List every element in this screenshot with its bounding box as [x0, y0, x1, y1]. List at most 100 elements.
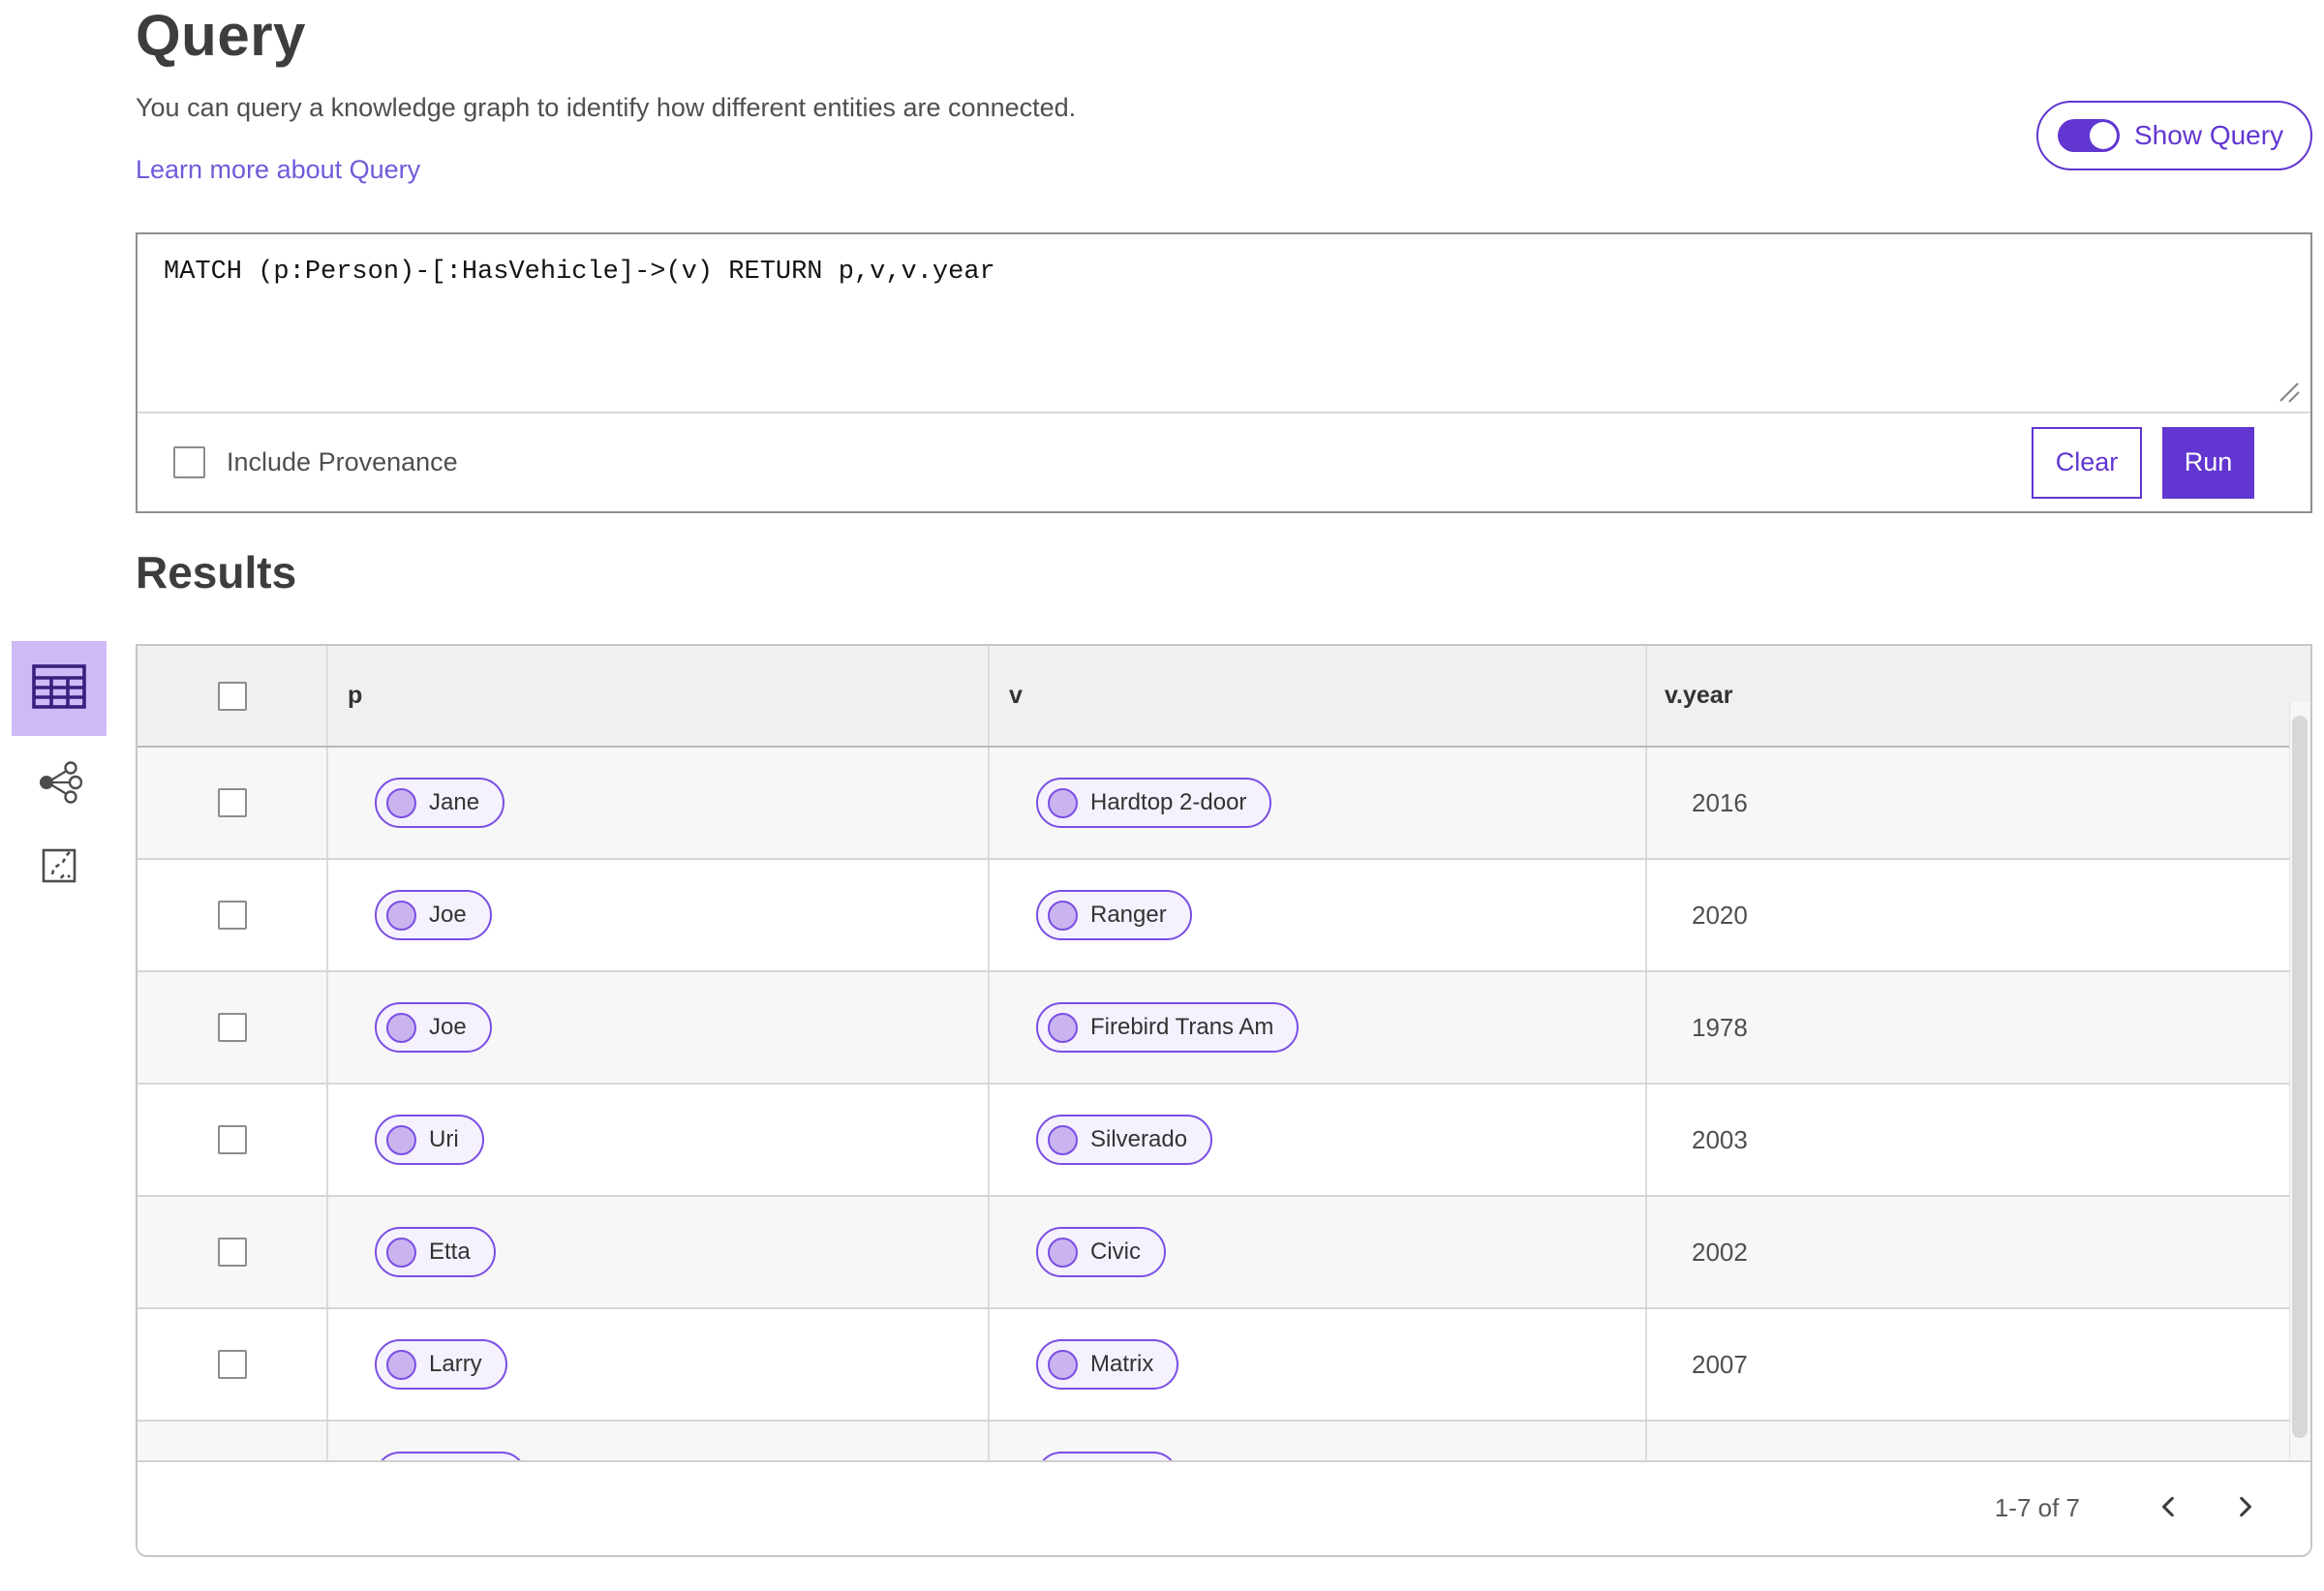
pagination-range-label: 1-7 of 7 [1994, 1492, 2080, 1522]
cell-v: Ranger [990, 860, 1647, 970]
entity-pill-v[interactable]: Silverado [1036, 1115, 1213, 1165]
cell-p: Lauren [328, 1422, 990, 1460]
cell-v: Matrix [990, 1422, 1647, 1460]
toggle-knob [2090, 122, 2117, 149]
include-provenance-checkbox[interactable] [173, 446, 205, 478]
clear-button[interactable]: Clear [2032, 426, 2142, 499]
table-header-row: p v v.year [138, 646, 2310, 748]
entity-pill-p[interactable]: Joe [375, 1002, 492, 1053]
table-row: Uri Silverado 2003 [138, 1085, 2310, 1197]
results-table-card: p v v.year Jane Hardtop 2-door 2016 Joe … [136, 644, 2312, 1557]
cell-select [138, 1309, 328, 1420]
network-view-button[interactable] [12, 759, 107, 810]
cell-v: Firebird Trans Am [990, 972, 1647, 1083]
table-view-icon [31, 662, 87, 716]
cell-select [138, 748, 328, 858]
node-icon [1048, 1349, 1078, 1380]
entity-pill-p[interactable]: Joe [375, 890, 492, 940]
row-checkbox[interactable] [217, 901, 247, 930]
entity-label: Uri [429, 1126, 459, 1152]
next-page-button[interactable] [2223, 1486, 2266, 1529]
cell-v: Silverado [990, 1085, 1647, 1195]
editor-footer: Include Provenance Clear Run [138, 412, 2310, 511]
entity-pill-v[interactable]: Matrix [1036, 1452, 1179, 1460]
cell-select [138, 1422, 328, 1460]
pagination-bar: 1-7 of 7 [138, 1460, 2310, 1553]
show-query-toggle[interactable]: Show Query [2036, 101, 2313, 170]
resize-grip-icon[interactable] [2273, 376, 2304, 412]
node-icon [1048, 900, 1078, 931]
cell-v-year: 2002 [1692, 1237, 1748, 1267]
page-description: You can query a knowledge graph to ident… [136, 93, 1077, 122]
row-checkbox[interactable] [217, 1125, 247, 1154]
entity-pill-p[interactable]: Jane [375, 778, 505, 828]
cell-v: Hardtop 2-door [990, 748, 1647, 858]
query-editor-card: MATCH (p:Person)-[:HasVehicle]->(v) RETU… [136, 232, 2312, 513]
node-icon [386, 1012, 416, 1043]
cell-p: Joe [328, 972, 990, 1083]
entity-pill-v[interactable]: Civic [1036, 1227, 1166, 1277]
entity-label: Joe [429, 1014, 467, 1040]
entity-pill-p[interactable]: Lauren [375, 1452, 527, 1460]
chevron-left-icon [2156, 1494, 2182, 1522]
path-view-icon [42, 848, 76, 888]
entity-pill-v[interactable]: Firebird Trans Am [1036, 1002, 1300, 1053]
cell-p: Jane [328, 748, 990, 858]
cell-v: Civic [990, 1197, 1647, 1307]
table-row: Lauren Matrix 2007 [138, 1422, 2310, 1460]
entity-label: Ranger [1090, 902, 1167, 928]
entity-pill-v[interactable]: Matrix [1036, 1339, 1179, 1390]
include-provenance-label: Include Provenance [227, 447, 458, 476]
row-checkbox[interactable] [217, 1350, 247, 1379]
cell-v-year: 2007 [1647, 1422, 2310, 1460]
entity-pill-p[interactable]: Uri [375, 1115, 484, 1165]
results-heading: Results [136, 547, 297, 597]
row-checkbox[interactable] [217, 1238, 247, 1267]
table-body: Jane Hardtop 2-door 2016 Joe Ranger 2020… [138, 748, 2310, 1460]
entity-pill-p[interactable]: Larry [375, 1339, 507, 1390]
table-row: Joe Firebird Trans Am 1978 [138, 972, 2310, 1085]
entity-label: Matrix [1090, 1351, 1154, 1377]
previous-page-button[interactable] [2148, 1486, 2190, 1529]
table-row: Etta Civic 2002 [138, 1197, 2310, 1309]
node-icon [386, 1349, 416, 1380]
query-input[interactable]: MATCH (p:Person)-[:HasVehicle]->(v) RETU… [164, 258, 995, 287]
cell-p: Uri [328, 1085, 990, 1195]
entity-label: Jane [429, 789, 480, 815]
header-cell-select [138, 646, 328, 746]
path-view-button[interactable] [12, 846, 107, 889]
table-view-button[interactable] [12, 641, 107, 736]
table-row: Joe Ranger 2020 [138, 860, 2310, 972]
node-icon [1048, 1237, 1078, 1268]
cell-p: Larry [328, 1309, 990, 1420]
select-all-checkbox[interactable] [217, 681, 247, 711]
learn-more-link[interactable]: Learn more about Query [136, 155, 420, 185]
query-page: Query You can query a knowledge graph to… [0, 0, 2324, 1591]
cell-select [138, 860, 328, 970]
entity-label: Civic [1090, 1239, 1141, 1265]
network-view-icon [36, 760, 83, 809]
node-icon [1048, 1012, 1078, 1043]
cell-p: Etta [328, 1197, 990, 1307]
cell-p: Joe [328, 860, 990, 970]
toggle-switch-icon[interactable] [2058, 119, 2120, 152]
entity-label: Silverado [1090, 1126, 1188, 1152]
cell-select [138, 1197, 328, 1307]
page-title: Query [136, 3, 306, 68]
node-icon [1048, 1124, 1078, 1155]
entity-pill-v[interactable]: Ranger [1036, 890, 1192, 940]
row-checkbox[interactable] [217, 788, 247, 817]
row-checkbox[interactable] [217, 1013, 247, 1042]
cell-select [138, 1085, 328, 1195]
entity-label: Hardtop 2-door [1090, 789, 1247, 815]
entity-pill-p[interactable]: Etta [375, 1227, 496, 1277]
cell-v-year: 2003 [1692, 1124, 1748, 1154]
results-view-switcher [12, 641, 107, 882]
node-icon [386, 1124, 416, 1155]
vertical-scrollbar-thumb[interactable] [2292, 716, 2308, 1438]
table-viewport: p v v.year Jane Hardtop 2-door 2016 Joe … [138, 646, 2310, 1460]
entity-pill-v[interactable]: Hardtop 2-door [1036, 778, 1272, 828]
cell-select [138, 972, 328, 1083]
header-cell-v: v [990, 646, 1647, 746]
run-button[interactable]: Run [2162, 426, 2254, 499]
